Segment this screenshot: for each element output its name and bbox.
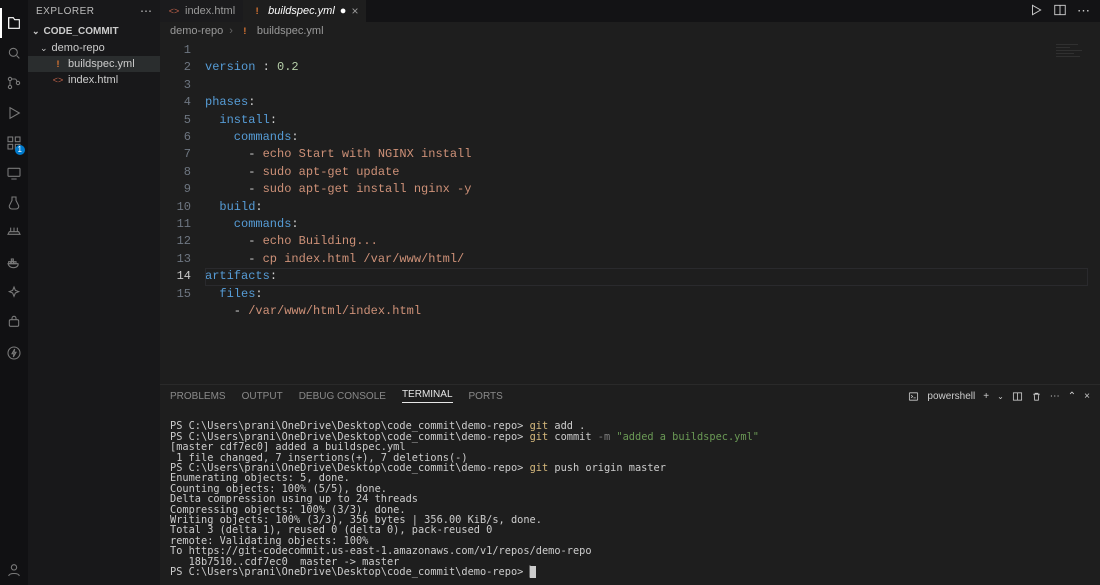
html-file-icon: <>	[52, 74, 64, 86]
explorer-sidebar: EXPLORER ⋯ ⌄ CODE_COMMIT ⌄ demo-repo ! b…	[28, 0, 160, 585]
breadcrumb-segment[interactable]: buildspec.yml	[257, 25, 324, 37]
panel-tab-terminal[interactable]: TERMINAL	[402, 389, 453, 403]
breadcrumb[interactable]: demo-repo › ! buildspec.yml	[160, 22, 1100, 40]
chevron-down-icon: ⌄	[40, 43, 48, 54]
accounts-icon[interactable]	[0, 555, 28, 585]
workspace-section[interactable]: ⌄ CODE_COMMIT	[28, 22, 160, 40]
sparkle-icon[interactable]	[0, 278, 28, 308]
folder-name: demo-repo	[52, 42, 105, 54]
panel-tab-ports[interactable]: PORTS	[469, 391, 503, 402]
section-label: CODE_COMMIT	[44, 26, 119, 37]
bottom-panel: PROBLEMS OUTPUT DEBUG CONSOLE TERMINAL P…	[160, 384, 1100, 585]
split-terminal-icon[interactable]	[1012, 391, 1023, 402]
extensions-badge: 1	[15, 145, 25, 155]
sidebar-title: EXPLORER	[36, 6, 94, 17]
tab-buildspec-yml[interactable]: ! buildspec.yml ● ×	[243, 0, 366, 22]
tab-bar: <> index.html ! buildspec.yml ● × ⋯	[160, 0, 1100, 22]
maximize-panel-icon[interactable]: ⌃	[1068, 391, 1076, 402]
containers-icon[interactable]	[0, 218, 28, 248]
yaml-file-icon: !	[251, 5, 263, 17]
minimap-icon	[1056, 42, 1090, 66]
split-editor-icon[interactable]	[1053, 3, 1067, 19]
source-control-icon[interactable]	[0, 68, 28, 98]
thunder-icon[interactable]	[0, 338, 28, 368]
panel-tab-debug[interactable]: DEBUG CONSOLE	[299, 391, 386, 402]
terminal-output[interactable]: PS C:\Users\prani\OneDrive\Desktop\code_…	[160, 407, 1100, 585]
dirty-dot-icon: ●	[340, 5, 347, 17]
aws-icon[interactable]	[0, 308, 28, 338]
html-file-icon: <>	[168, 5, 180, 17]
run-debug-icon[interactable]	[0, 98, 28, 128]
close-panel-icon[interactable]: ×	[1084, 391, 1090, 402]
breadcrumb-segment[interactable]: demo-repo	[170, 25, 223, 37]
remote-icon[interactable]	[0, 158, 28, 188]
yaml-file-icon: !	[239, 25, 251, 37]
code-content[interactable]: version : 0.2 phases: install: commands:…	[205, 40, 1100, 384]
tab-label: index.html	[185, 5, 235, 17]
more-icon[interactable]: ⋯	[1077, 3, 1090, 19]
terminal-cursor: ▏	[530, 566, 536, 578]
main-area: <> index.html ! buildspec.yml ● × ⋯ demo…	[160, 0, 1100, 585]
run-icon[interactable]	[1029, 3, 1043, 19]
file-item-index[interactable]: <> index.html	[28, 72, 160, 88]
sidebar-more-icon[interactable]: ⋯	[140, 4, 152, 18]
file-name: buildspec.yml	[68, 58, 135, 70]
testing-icon[interactable]	[0, 188, 28, 218]
docker-icon[interactable]	[0, 248, 28, 278]
more-icon[interactable]: ⋯	[1050, 391, 1060, 402]
close-tab-icon[interactable]: ×	[351, 4, 358, 18]
chevron-down-icon: ⌄	[32, 26, 40, 37]
file-name: index.html	[68, 74, 118, 86]
chevron-right-icon: ›	[229, 25, 233, 37]
folder-item[interactable]: ⌄ demo-repo	[28, 40, 160, 56]
new-terminal-icon[interactable]: +	[983, 391, 989, 402]
tab-label: buildspec.yml	[268, 5, 335, 17]
search-icon[interactable]	[0, 38, 28, 68]
terminal-shell-label[interactable]: powershell	[927, 391, 975, 402]
panel-tab-output[interactable]: OUTPUT	[242, 391, 283, 402]
kill-terminal-icon[interactable]	[1031, 391, 1042, 402]
line-numbers: 123456789101112131415	[160, 40, 205, 384]
activity-bar: 1	[0, 0, 28, 585]
terminal-dropdown-icon[interactable]: ⌄	[997, 392, 1004, 401]
code-editor[interactable]: 123456789101112131415 version : 0.2 phas…	[160, 40, 1100, 384]
panel-tab-problems[interactable]: PROBLEMS	[170, 391, 226, 402]
file-item-buildspec[interactable]: ! buildspec.yml	[28, 56, 160, 72]
terminal-shell-icon[interactable]	[908, 391, 919, 402]
tab-index-html[interactable]: <> index.html	[160, 0, 243, 22]
explorer-icon[interactable]	[0, 8, 28, 38]
extensions-icon[interactable]: 1	[0, 128, 28, 158]
yaml-file-icon: !	[52, 58, 64, 70]
